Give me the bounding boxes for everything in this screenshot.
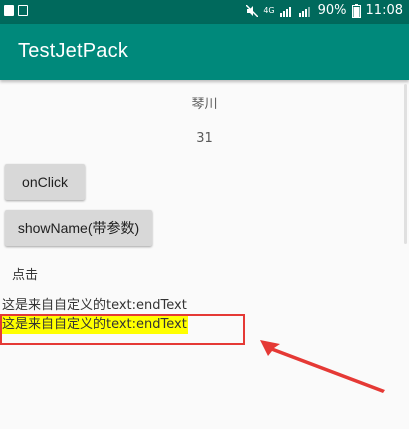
image-notification-icon xyxy=(4,5,14,16)
battery-percent: 90% xyxy=(317,3,347,18)
name-text: 琴川 xyxy=(191,97,218,112)
annotation-box xyxy=(0,314,245,345)
clock: 11:08 xyxy=(365,3,403,18)
age-text: 31 xyxy=(196,131,213,146)
status-indicators: 4G 90% 11:08 xyxy=(246,3,403,18)
show-name-button[interactable]: showName(带参数) xyxy=(5,210,152,246)
main-content: 琴川 31 onClick showName(带参数) 点击 这是来自自定义的t… xyxy=(0,80,409,429)
mute-icon xyxy=(246,4,259,17)
signal-icon-secondary xyxy=(298,5,313,17)
app-title: TestJetPack xyxy=(18,40,129,62)
battery-icon xyxy=(351,3,361,18)
signal-icon xyxy=(279,5,294,17)
onclick-button[interactable]: onClick xyxy=(5,164,85,200)
status-bar: 4G 90% 11:08 xyxy=(0,0,409,24)
notification-icons xyxy=(4,5,28,16)
network-type: 4G xyxy=(263,6,275,15)
click-label[interactable]: 点击 xyxy=(12,264,38,283)
clipboard-check-icon xyxy=(18,5,28,16)
app-bar: TestJetPack xyxy=(0,24,409,80)
annotation-arrow xyxy=(260,340,385,393)
custom-text: 这是来自自定义的text:endText xyxy=(2,298,187,313)
